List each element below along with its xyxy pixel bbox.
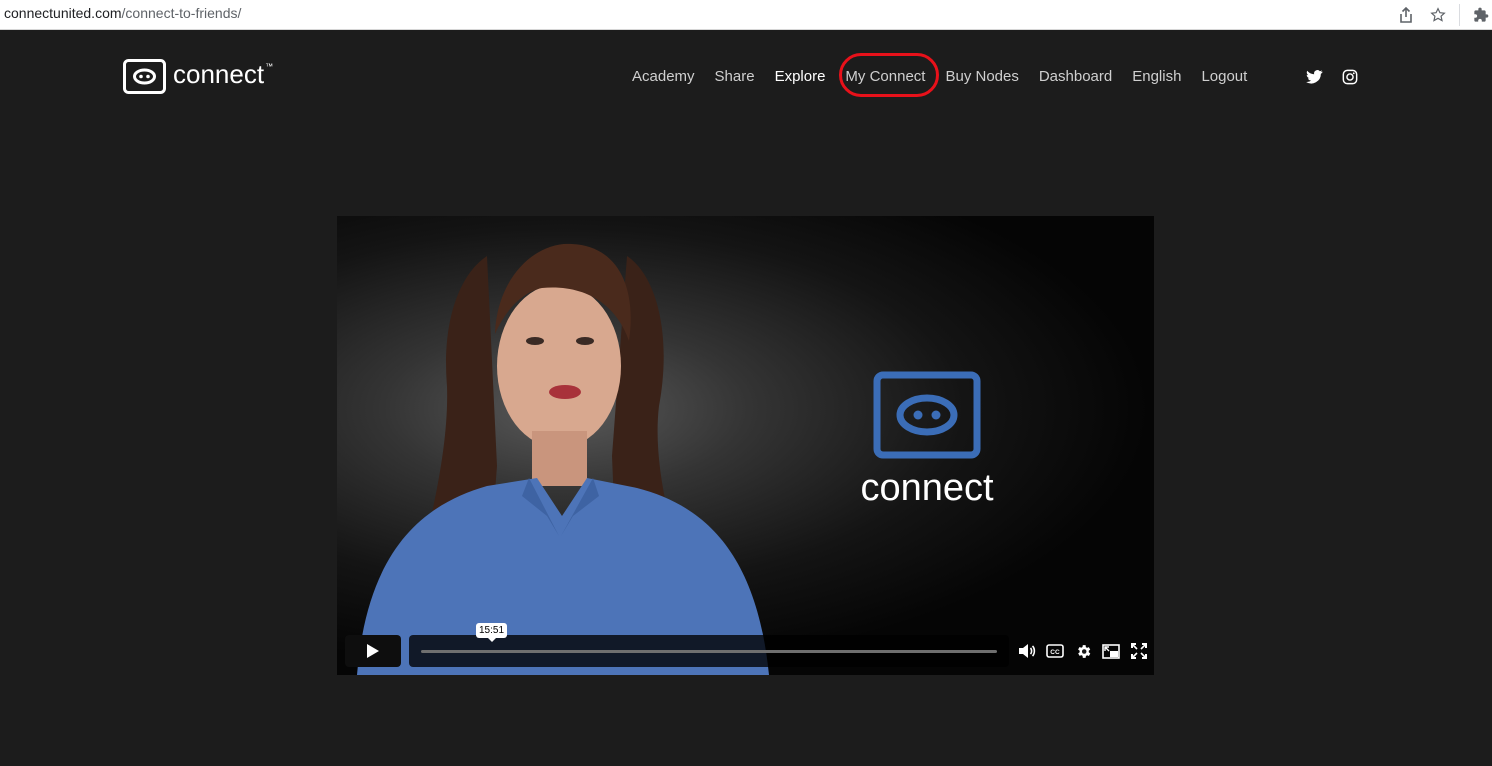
- play-button[interactable]: [345, 635, 401, 667]
- logo-trademark: ™: [265, 62, 274, 71]
- video-player[interactable]: connect 15:51 CC: [337, 216, 1154, 675]
- instagram-icon[interactable]: [1340, 67, 1360, 87]
- url-field[interactable]: connectunited.com/connect-to-friends/: [4, 5, 241, 21]
- nav-explore[interactable]: Explore: [775, 68, 826, 85]
- nav-logout[interactable]: Logout: [1201, 68, 1247, 85]
- presenter-figure: [357, 243, 769, 675]
- play-icon: [367, 644, 379, 658]
- nav-buy-nodes[interactable]: Buy Nodes: [945, 68, 1018, 85]
- picture-in-picture-icon[interactable]: [1101, 641, 1121, 661]
- url-path: /connect-to-friends/: [121, 5, 242, 21]
- share-icon[interactable]: [1395, 4, 1417, 26]
- nav-english[interactable]: English: [1132, 68, 1181, 85]
- volume-icon[interactable]: [1017, 641, 1037, 661]
- nav-my-connect[interactable]: My Connect: [845, 68, 925, 85]
- main-nav: Academy Share Explore My Connect Buy Nod…: [622, 68, 1257, 85]
- settings-icon[interactable]: [1073, 641, 1093, 661]
- browser-address-bar: connectunited.com/connect-to-friends/: [0, 0, 1492, 30]
- url-domain: connectunited.com: [4, 5, 122, 21]
- progress-bar[interactable]: 15:51: [409, 623, 1009, 667]
- time-tooltip: 15:51: [476, 623, 508, 642]
- page: connect ™ Academy Share Explore My Conne…: [0, 31, 1492, 766]
- star-icon[interactable]: [1427, 4, 1449, 26]
- nav-share[interactable]: Share: [715, 68, 755, 85]
- captions-icon[interactable]: CC: [1045, 641, 1065, 661]
- logo-text: connect: [173, 59, 265, 89]
- twitter-icon[interactable]: [1304, 67, 1324, 87]
- toolbar-separator: [1459, 4, 1460, 26]
- browser-toolbar-icons: [1385, 4, 1492, 26]
- site-logo[interactable]: connect ™: [123, 59, 273, 94]
- player-control-icons: CC: [1009, 635, 1154, 667]
- nav-dashboard[interactable]: Dashboard: [1039, 68, 1112, 85]
- extensions-icon[interactable]: [1470, 4, 1492, 26]
- video-controls: 15:51 CC: [337, 623, 1154, 669]
- connect-brand-icon: [873, 371, 981, 459]
- video-brand-logo: connect: [857, 371, 997, 508]
- video-brand-text: connect: [860, 467, 994, 509]
- nav-academy[interactable]: Academy: [632, 68, 695, 85]
- fullscreen-icon[interactable]: [1129, 641, 1149, 661]
- svg-text:CC: CC: [1050, 649, 1060, 656]
- progress-track[interactable]: [421, 650, 997, 653]
- connect-logo-icon: [123, 59, 166, 94]
- social-links: [1304, 67, 1376, 87]
